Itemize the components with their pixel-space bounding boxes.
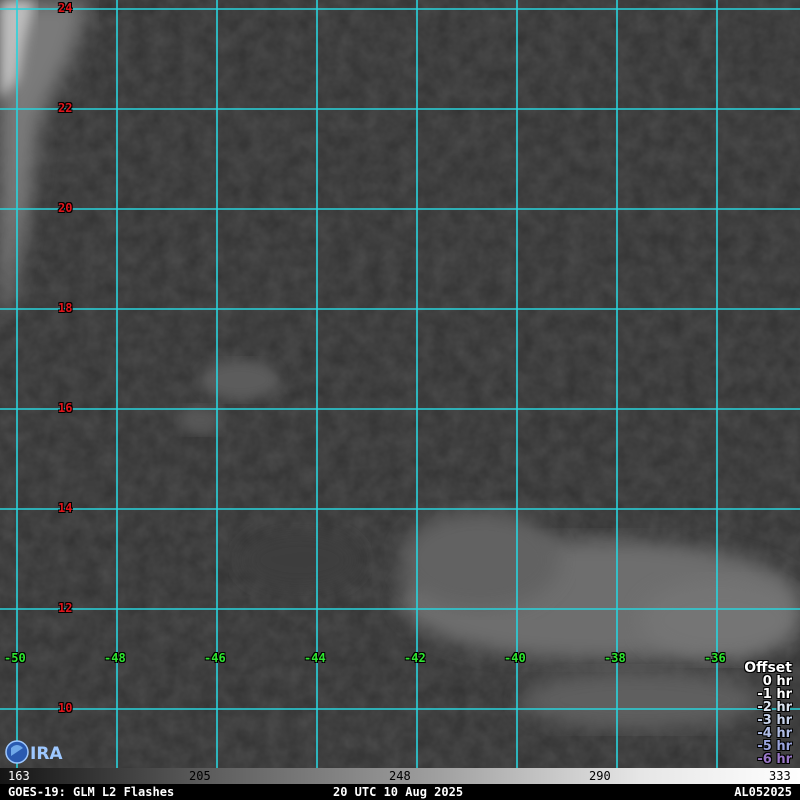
lon-label-42: -42: [404, 651, 426, 665]
satellite-map: 24 22 20 18 16 14 12 10 -50 -48 -46 -44 …: [0, 0, 800, 768]
colorbar-tick: 163: [8, 769, 30, 783]
lat-label-20: 20: [58, 201, 73, 215]
lat-label-10: 10: [58, 701, 73, 715]
lon-label-50: -50: [4, 651, 26, 665]
lat-label-14: 14: [58, 501, 73, 515]
footer-storm-id: AL052025: [734, 785, 792, 799]
legend-item: -6 hr: [757, 752, 792, 767]
colorbar-tick: 333: [769, 769, 791, 783]
lon-label-38: -38: [604, 651, 626, 665]
lat-label-22: 22: [58, 101, 73, 115]
lon-label-40: -40: [504, 651, 526, 665]
footer-datetime: 20 UTC 10 Aug 2025: [333, 785, 464, 799]
lat-label-16: 16: [58, 401, 73, 415]
lon-label-36: -36: [704, 651, 726, 665]
footer-source: GOES-19: GLM L2 Flashes: [8, 785, 175, 799]
lat-label-24: 24: [58, 1, 73, 15]
colorbar-tick: 205: [189, 769, 211, 783]
lon-label-46: -46: [204, 651, 226, 665]
offset-legend: Offset 0 hr -1 hr -2 hr -3 hr -4 hr -5 h…: [744, 661, 792, 767]
footer-bar: GOES-19: GLM L2 Flashes 20 UTC 10 Aug 20…: [0, 784, 800, 800]
lon-label-48: -48: [104, 651, 126, 665]
lat-label-12: 12: [58, 601, 73, 615]
colorbar-tick: 248: [389, 769, 411, 783]
lon-label-44: -44: [304, 651, 326, 665]
svg-text:IRA: IRA: [30, 744, 63, 764]
cira-logo-icon: IRA: [5, 740, 63, 764]
colorbar-tick: 290: [589, 769, 611, 783]
lat-label-18: 18: [58, 301, 73, 315]
